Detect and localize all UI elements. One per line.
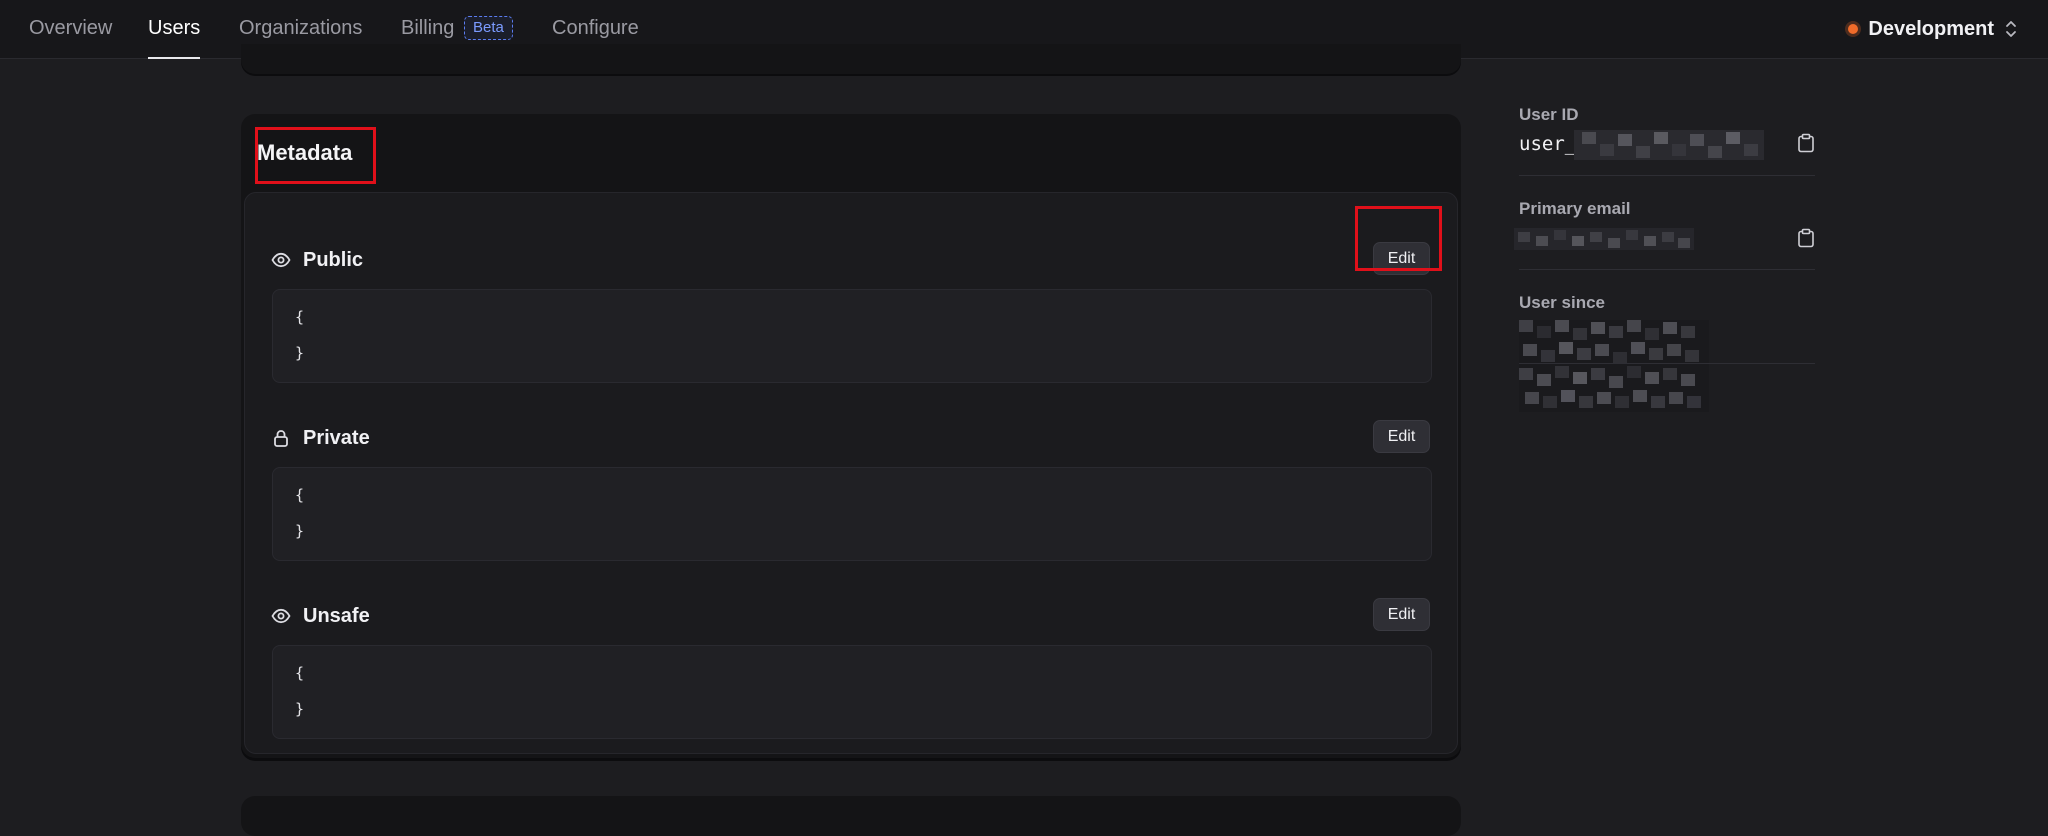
unsafe-metadata-code[interactable]: { } xyxy=(272,645,1432,739)
section-private-label: Private xyxy=(303,426,370,449)
unsafe-edit-button[interactable]: Edit xyxy=(1373,598,1430,631)
previous-card xyxy=(241,44,1461,74)
metadata-title: Metadata xyxy=(257,140,353,165)
user-since-label: User since xyxy=(1519,293,1605,312)
metadata-card: Metadata Public Edit { } Private Edit { xyxy=(241,114,1461,758)
environment-label: Development xyxy=(1868,17,1994,40)
code-open-brace: { xyxy=(295,486,305,504)
environment-switcher[interactable]: Development xyxy=(1848,0,2018,58)
divider xyxy=(1519,363,1815,364)
next-card xyxy=(241,796,1461,836)
tab-users[interactable]: Users xyxy=(148,0,201,59)
copy-email-icon[interactable] xyxy=(1797,228,1815,248)
code-open-brace: { xyxy=(295,664,305,682)
code-close-brace: } xyxy=(295,522,305,540)
section-public-header: Public xyxy=(271,242,363,278)
metadata-panel: Public Edit { } Private Edit { } Unsafe … xyxy=(244,192,1458,754)
tab-overview[interactable]: Overview xyxy=(29,0,112,58)
section-public-label: Public xyxy=(303,248,364,271)
section-unsafe-header: Unsafe xyxy=(271,598,370,634)
code-open-brace: { xyxy=(295,308,305,326)
eye-icon xyxy=(271,252,291,268)
code-close-brace: } xyxy=(295,700,305,718)
user-id-prefix: user_ xyxy=(1519,133,1577,155)
code-close-brace: } xyxy=(295,344,305,362)
lock-icon xyxy=(274,430,288,447)
section-unsafe-label: Unsafe xyxy=(303,604,370,627)
public-metadata-code[interactable]: { } xyxy=(272,289,1432,383)
chevron-up-down-icon xyxy=(2006,21,2016,37)
redacted-user-since xyxy=(1519,320,1709,412)
redacted-primary-email xyxy=(1514,228,1694,250)
user-id-value: user_ xyxy=(1519,133,1576,155)
public-edit-button[interactable]: Edit xyxy=(1373,242,1430,275)
divider xyxy=(1519,175,1815,176)
redacted-user-id xyxy=(1574,130,1764,160)
primary-email-label: Primary email xyxy=(1519,199,1631,218)
eye-icon xyxy=(271,608,291,624)
user-id-label: User ID xyxy=(1519,105,1579,124)
divider xyxy=(1519,269,1815,270)
beta-badge: Beta xyxy=(464,16,513,40)
environment-status-dot xyxy=(1848,24,1859,34)
section-private-header: Private xyxy=(271,420,370,456)
private-edit-button[interactable]: Edit xyxy=(1373,420,1430,453)
private-metadata-code[interactable]: { } xyxy=(272,467,1432,561)
copy-user-id-icon[interactable] xyxy=(1797,133,1815,153)
